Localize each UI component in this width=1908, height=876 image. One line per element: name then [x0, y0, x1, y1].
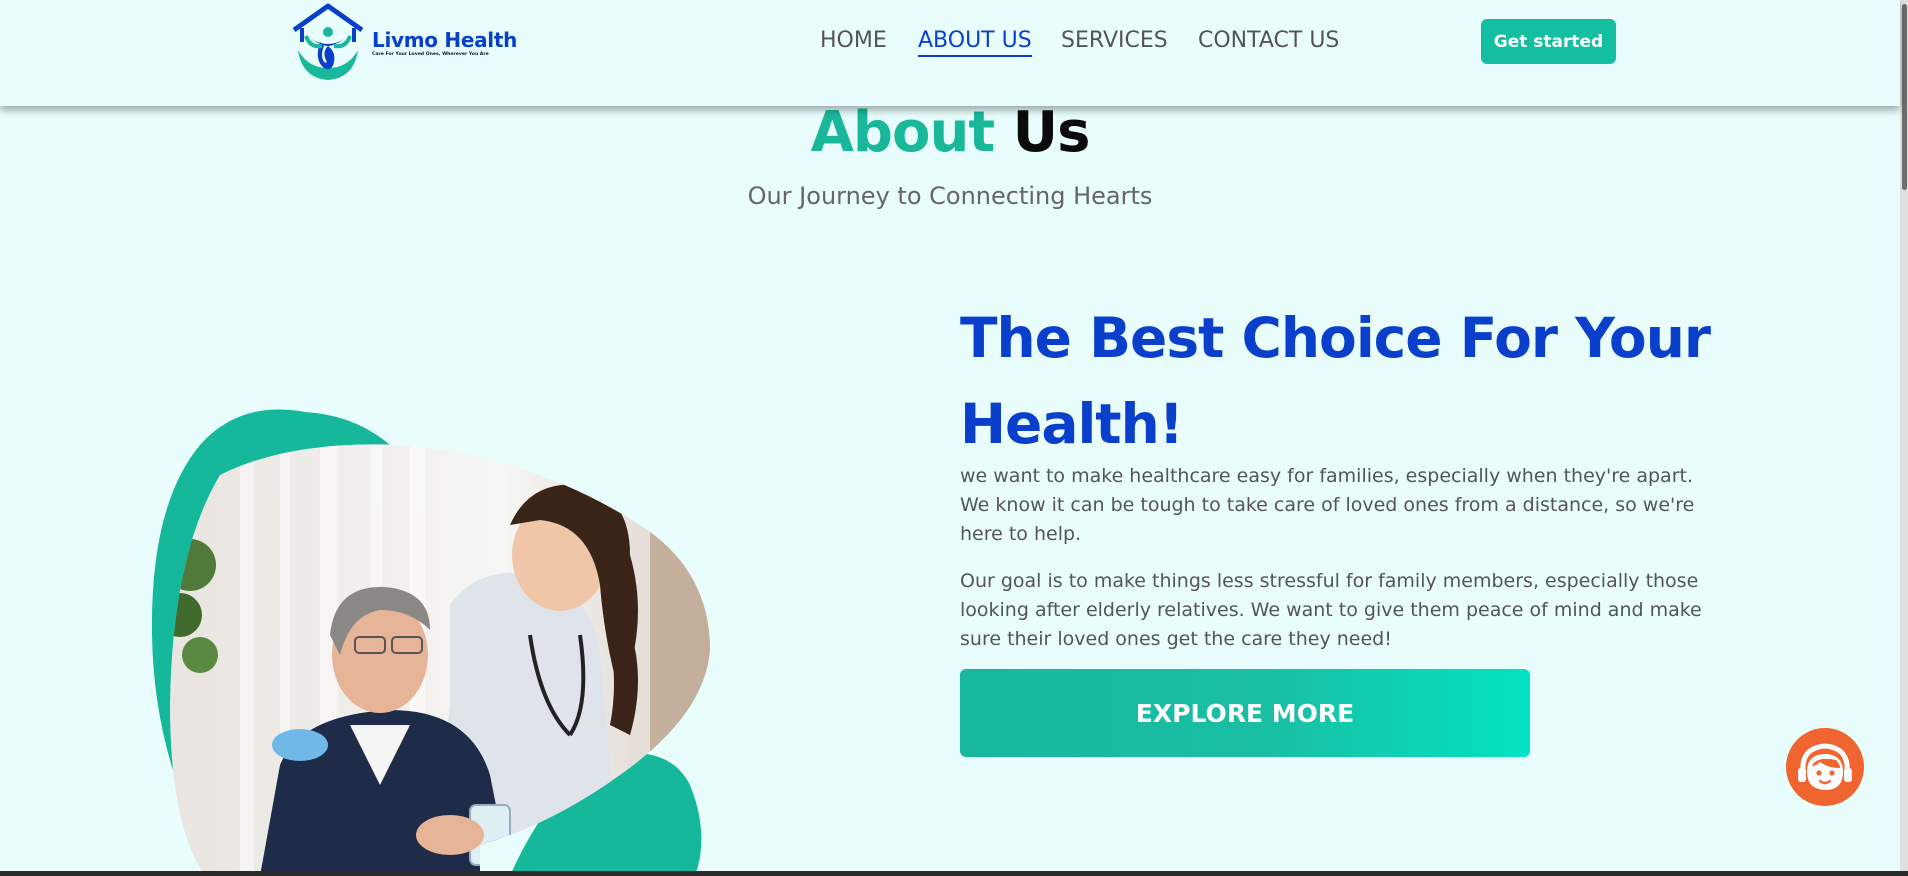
hero-headline: The Best Choice For Your Health! — [960, 306, 1711, 456]
get-started-button[interactable]: Get started — [1481, 19, 1616, 64]
explore-more-button[interactable]: EXPLORE MORE — [960, 669, 1530, 757]
page-title-part1: About — [810, 100, 996, 165]
page-title-part2: Us — [1012, 100, 1091, 165]
chat-widget-button[interactable] — [1786, 728, 1864, 806]
page-scrollbar-thumb[interactable] — [1902, 4, 1907, 190]
nurse-with-elderly-man-photo — [151, 409, 710, 876]
nav-item-services[interactable]: SERVICES — [1061, 28, 1168, 53]
page-subtitle: Our Journey to Connecting Hearts — [747, 182, 1153, 210]
site-header: Livmo Health Care For Your Loved Ones, W… — [0, 0, 1900, 106]
hero-paragraph-1: we want to make healthcare easy for fami… — [960, 465, 1695, 545]
nav-item-about-us[interactable]: ABOUT US — [918, 28, 1032, 57]
nav-item-home[interactable]: HOME — [820, 28, 887, 53]
support-agent-icon — [1798, 743, 1852, 790]
window-bottom-edge — [0, 871, 1908, 876]
page-title: About Us — [0, 100, 1900, 165]
nav-item-contact-us[interactable]: CONTACT US — [1198, 28, 1339, 53]
hero-paragraph-2: Our goal is to make things less stressfu… — [960, 570, 1702, 650]
